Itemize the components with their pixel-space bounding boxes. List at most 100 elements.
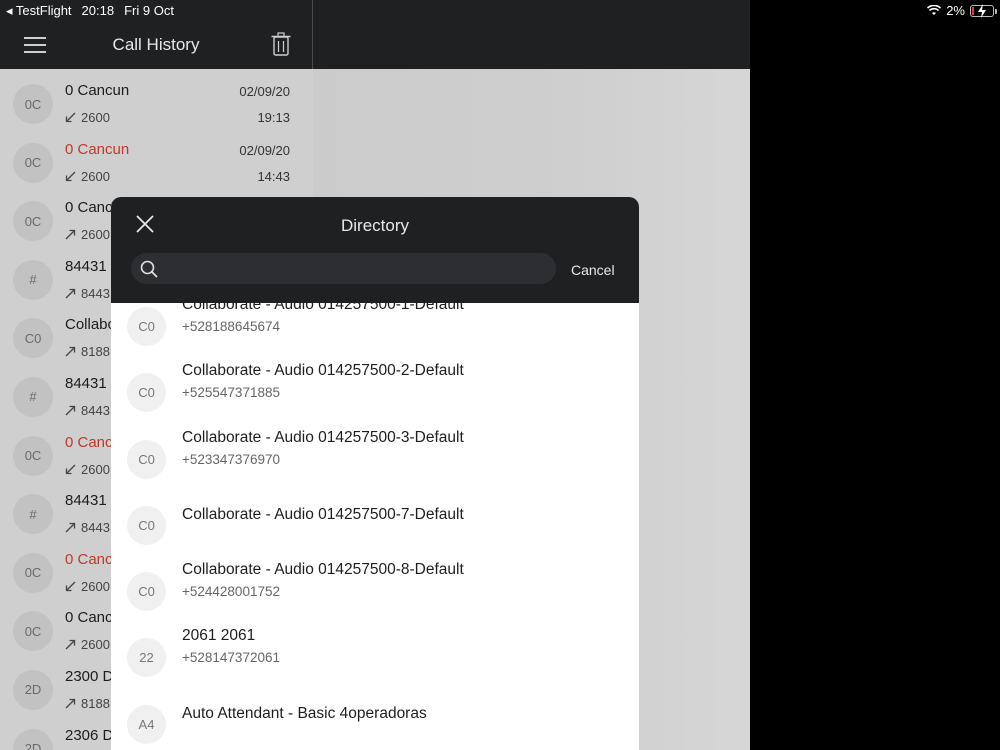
outgoing-call-icon	[65, 405, 76, 416]
call-contact-name: 0 Cancun	[65, 82, 130, 99]
directory-entry[interactable]: 22 2061 2061 +528147372061	[111, 624, 639, 690]
call-number: 2600	[65, 462, 110, 477]
call-contact-name: Collabo	[65, 316, 116, 334]
directory-entry-number: +525547371885	[182, 385, 280, 401]
battery-icon	[970, 3, 997, 18]
call-number: 8443	[65, 520, 110, 535]
directory-entry-number: +528147372061	[182, 650, 280, 666]
avatar: 0C	[13, 611, 53, 652]
call-number: 8188	[65, 696, 110, 711]
avatar: C0	[127, 373, 166, 413]
call-contact-name: 84431	[65, 257, 107, 275]
call-number-text: 8443	[81, 402, 110, 418]
directory-entry-name: Auto Attendant - Basic 4operadoras	[182, 704, 427, 722]
call-number: 2600	[65, 227, 110, 242]
avatar: 0C	[13, 142, 53, 183]
call-number-text: 8188	[81, 695, 110, 711]
incoming-call-icon	[65, 112, 76, 123]
directory-header: Directory Cancel	[111, 197, 639, 303]
search-box[interactable]	[131, 253, 556, 284]
call-contact-name: 84431	[65, 374, 107, 392]
outgoing-call-icon	[65, 698, 76, 709]
directory-entry[interactable]: A4 Auto Attendant - Basic 4operadoras	[111, 691, 639, 750]
avatar: C0	[127, 572, 166, 612]
directory-entry-name: Collaborate - Audio 014257500-7-Default	[182, 505, 464, 523]
search-input[interactable]	[169, 257, 549, 280]
avatar: 0C	[13, 201, 53, 242]
call-number: 8443	[65, 403, 110, 418]
directory-entry-name: Collaborate - Audio 014257500-3-Default	[182, 428, 464, 446]
battery-level	[972, 6, 974, 15]
page-title: Call History	[112, 35, 200, 54]
wifi-icon	[927, 5, 942, 15]
call-history-row[interactable]: 0C 0 Cancun 2600 02/09/20 19:13	[0, 69, 312, 128]
directory-entry-number: +528188645674	[182, 319, 280, 334]
call-date: 02/09/20	[239, 84, 290, 99]
back-to-app-link[interactable]: ◂ TestFlight	[6, 3, 72, 19]
directory-entry[interactable]: C0 Collaborate - Audio 014257500-8-Defaul…	[111, 558, 639, 624]
directory-entry-name: 2061 2061	[182, 627, 256, 645]
avatar: 2D	[13, 669, 53, 710]
outgoing-call-icon	[65, 522, 76, 533]
call-contact-name: 2306 D	[65, 726, 114, 744]
directory-entry[interactable]: C0 Collaborate - Audio 014257500-1-Defaul…	[111, 293, 639, 359]
call-time: 14:43	[257, 168, 290, 184]
outgoing-call-icon	[65, 639, 76, 650]
avatar: #	[13, 494, 53, 535]
status-date: Fri 9 Oct	[124, 3, 174, 18]
directory-modal: Directory Cancel C0 Collaborate - Audio 0…	[111, 197, 639, 750]
call-contact-name: 0 Canc	[65, 199, 113, 217]
call-contact-name: 2300 D	[65, 667, 114, 685]
call-number-text: 2600	[81, 461, 110, 477]
incoming-call-icon	[65, 581, 76, 592]
call-number: 2600	[65, 110, 110, 125]
outgoing-call-icon	[65, 346, 76, 357]
directory-list: C0 Collaborate - Audio 014257500-1-Defaul…	[111, 293, 639, 750]
call-number: 2600	[65, 637, 110, 652]
outgoing-call-icon	[65, 229, 76, 240]
directory-title: Directory	[340, 216, 409, 235]
incoming-call-icon	[65, 464, 76, 475]
call-number-text: 2600	[81, 637, 110, 653]
avatar: C0	[13, 318, 53, 359]
call-history-row[interactable]: 0C 0 Cancun 2600 02/09/20 14:43	[0, 128, 312, 187]
directory-entry-number: +524428001752	[182, 584, 280, 600]
directory-entry-name: Collaborate - Audio 014257500-8-Default	[182, 561, 464, 579]
directory-entry[interactable]: C0 Collaborate - Audio 014257500-7-Defaul…	[111, 492, 639, 558]
avatar: C0	[127, 307, 166, 346]
call-contact-name: 84431	[65, 492, 107, 510]
avatar: 2D	[13, 728, 53, 750]
status-bar: ◂ TestFlight 20:18 Fri 9 Oct 2%	[0, 0, 1000, 20]
charging-bolt-icon	[978, 3, 986, 18]
call-contact-name: 0 Cancun	[65, 140, 130, 158]
call-number: 2600	[65, 169, 110, 184]
cancel-button[interactable]: Cancel	[571, 262, 615, 278]
search-icon	[140, 260, 158, 278]
call-number-text: 8443	[81, 285, 110, 301]
incoming-call-icon	[65, 171, 76, 182]
outgoing-call-icon	[65, 288, 76, 299]
call-number: 8188	[65, 344, 110, 359]
directory-entry[interactable]: C0 Collaborate - Audio 014257500-3-Defaul…	[111, 426, 639, 492]
avatar: 0C	[13, 84, 53, 124]
call-number: 2600	[65, 579, 110, 594]
call-number-text: 2600	[81, 578, 110, 594]
call-number-text: 2600	[81, 227, 110, 243]
call-date: 02/09/20	[239, 142, 290, 158]
directory-entry-name: Collaborate - Audio 014257500-2-Default	[182, 362, 464, 380]
trash-icon[interactable]	[271, 32, 291, 56]
call-contact-name: 0 Canc	[65, 609, 113, 627]
status-time: 20:18	[81, 3, 115, 18]
call-number-text: 2600	[81, 168, 110, 184]
avatar: 22	[127, 638, 166, 678]
directory-entry[interactable]: C0 Collaborate - Audio 014257500-2-Defaul…	[111, 359, 639, 425]
battery-percent: 2%	[946, 3, 965, 18]
directory-entry-number: +523347376970	[182, 451, 280, 467]
call-contact-name: 0 Canc	[65, 550, 113, 568]
avatar: 0C	[13, 435, 53, 476]
call-contact-name: 0 Canc	[65, 433, 113, 451]
call-number: 8443	[65, 286, 110, 301]
avatar: #	[13, 376, 53, 417]
call-number-text: 8188	[81, 344, 110, 360]
back-app-label: TestFlight	[15, 3, 72, 18]
